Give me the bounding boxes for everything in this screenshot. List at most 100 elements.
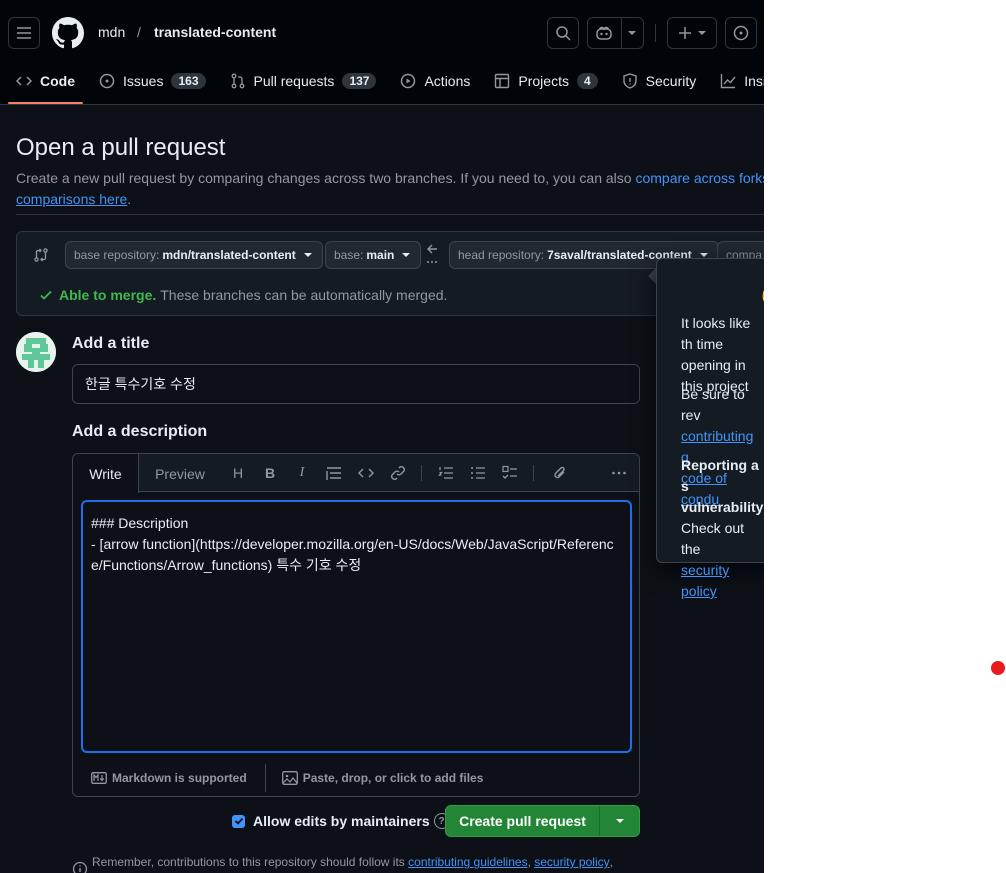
more-options-icon[interactable] (611, 465, 627, 481)
unordered-list-icon[interactable] (470, 465, 486, 481)
breadcrumb-owner[interactable]: mdn (98, 24, 125, 40)
compare-forks-link[interactable]: compare across forks. (635, 170, 764, 186)
subtitle-end: . (127, 191, 132, 207)
tab-issues[interactable]: Issues 163 (91, 62, 214, 100)
allow-edits-label[interactable]: Allow edits by maintainers (253, 813, 430, 829)
chevron-down-icon (628, 31, 636, 35)
popover-text: Be sure to rev (681, 386, 745, 423)
tab-label: Code (40, 73, 75, 89)
contributing-guidelines-link[interactable]: contributing guidelines (408, 855, 527, 869)
page-subtitle: Create a new pull request by comparing c… (16, 168, 764, 210)
tab-security[interactable]: Security (614, 62, 705, 100)
projects-counter: 4 (576, 73, 598, 89)
plus-icon (679, 27, 691, 39)
comparisons-link[interactable]: comparisons here (16, 191, 127, 207)
table-icon (494, 73, 510, 89)
security-policy-link[interactable]: security policy (534, 855, 609, 869)
chevron-down-icon (615, 819, 624, 823)
wave-icon: ✋ (759, 285, 764, 306)
github-logo-icon[interactable] (52, 17, 84, 49)
italic-icon[interactable]: I (294, 465, 310, 481)
task-list-icon[interactable] (502, 465, 518, 481)
arrow-left-icon (425, 243, 439, 270)
link-icon[interactable] (390, 465, 406, 481)
pull-request-icon (230, 73, 246, 89)
attach-files-note[interactable]: Paste, drop, or click to add files (303, 771, 484, 785)
tab-pull-requests[interactable]: Pull requests 137 (222, 62, 385, 100)
remember-text: Remember, contributions to this reposito… (92, 855, 405, 869)
copilot-button[interactable] (587, 17, 644, 49)
tab-code[interactable]: Code (8, 62, 83, 104)
tab-actions[interactable]: Actions (392, 62, 478, 100)
merge-status-label: Able to merge. (59, 287, 157, 303)
base-repository-selector[interactable]: base repository: mdn/translated-content (65, 241, 323, 269)
allow-edits-checkbox[interactable] (232, 814, 245, 828)
issues-counter: 163 (171, 73, 206, 89)
graph-icon (720, 73, 736, 89)
tab-label: Issues (123, 73, 164, 89)
heading-icon[interactable]: H (230, 465, 246, 481)
popover-bold-text: Reporting a s vulnerability? (681, 457, 764, 515)
breadcrumb-separator: / (137, 24, 141, 40)
description-textarea[interactable]: ### Description - [arrow function](https… (81, 500, 632, 753)
first-contribution-popover: ✋ It looks like th time opening in this … (656, 258, 764, 599)
merge-status: Able to merge. These branches can be aut… (39, 287, 447, 303)
paperclip-icon[interactable] (552, 465, 568, 481)
hamburger-icon (17, 27, 31, 39)
chevron-down-icon (698, 31, 706, 35)
popover-arrow (648, 268, 656, 284)
create-options-dropdown[interactable] (600, 817, 639, 825)
contribution-reminder: Remember, contributions to this reposito… (72, 855, 613, 873)
tab-insights[interactable]: Insig (712, 62, 764, 100)
create-pull-request-button[interactable]: Create pull request (445, 805, 640, 837)
quote-icon[interactable] (326, 465, 342, 481)
search-button[interactable] (547, 17, 579, 49)
ordered-list-icon[interactable] (438, 465, 454, 481)
pull-requests-counter: 137 (342, 73, 377, 89)
code-icon (16, 73, 32, 89)
tab-preview[interactable]: Preview (143, 454, 217, 493)
title-label: Add a title (72, 335, 150, 352)
issue-icon (733, 25, 749, 41)
browser-viewport: mdn / translated-content Code Issues 163… (0, 0, 764, 873)
check-icon (40, 290, 52, 300)
page-title: Open a pull request (16, 134, 226, 161)
info-icon (72, 861, 88, 873)
base-branch-selector[interactable]: base: main (325, 241, 422, 269)
tab-write[interactable]: Write (73, 454, 139, 493)
global-header: mdn / translated-content Code Issues 163… (0, 0, 764, 105)
editor-footer: Markdown is supported Paste, drop, or cl… (73, 759, 639, 797)
avatar (16, 332, 56, 372)
selector-value: main (366, 248, 395, 262)
selector-value: mdn/translated-content (162, 248, 296, 262)
markdown-note[interactable]: Markdown is supported (112, 771, 247, 785)
code-icon[interactable] (358, 465, 374, 481)
check-icon (234, 817, 243, 825)
selector-label: base repository: (74, 248, 160, 262)
bold-icon[interactable]: B (262, 465, 278, 481)
merge-status-text: These branches can be automatically merg… (160, 287, 448, 303)
popover-security-policy-link[interactable]: security policy (681, 562, 729, 599)
issues-button[interactable] (725, 17, 757, 49)
tab-projects[interactable]: Projects 4 (486, 62, 605, 100)
selector-label: base: (334, 248, 364, 262)
remember-end: , (609, 855, 613, 869)
caret-down-icon (699, 253, 708, 257)
cursor-marker (991, 661, 1005, 675)
copilot-icon (596, 26, 612, 40)
search-icon (556, 26, 571, 41)
popover-text-3: Reporting a s vulnerability? Check out t… (681, 455, 764, 602)
description-editor: Write Preview H B I ### Description - [a… (72, 453, 640, 797)
create-new-button[interactable] (667, 17, 717, 49)
play-icon (400, 73, 416, 89)
title-input[interactable]: 한글 특수기호 수정 (72, 364, 640, 404)
footer-divider (264, 764, 266, 792)
tab-label: Projects (518, 73, 569, 89)
tab-label: Security (645, 73, 697, 89)
tab-label: Pull requests (253, 73, 335, 89)
editor-toolbar: Write Preview H B I (73, 454, 639, 493)
breadcrumb-repo[interactable]: translated-content (154, 24, 276, 40)
tab-label: Insig (744, 73, 764, 89)
markdown-icon (91, 772, 107, 784)
menu-button[interactable] (8, 17, 40, 49)
